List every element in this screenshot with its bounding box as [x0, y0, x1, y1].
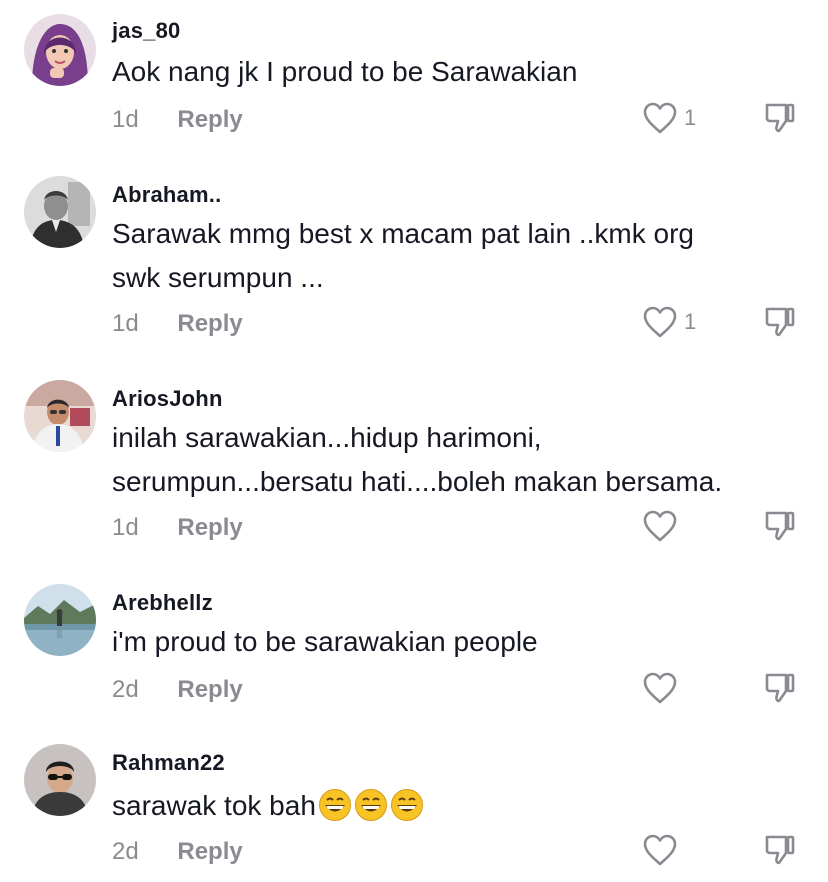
comment-text: inilah sarawakian...hidup harimoni, seru…	[112, 416, 722, 504]
avatar[interactable]	[24, 176, 96, 248]
comment-line: serumpun...bersatu hati....boleh makan b…	[112, 466, 723, 497]
reply-button[interactable]: Reply	[177, 514, 242, 542]
comment-text: sarawak tok bah	[112, 784, 424, 828]
comment-text: i'm proud to be sarawakian people	[112, 620, 538, 664]
thumbs-down-icon	[765, 835, 795, 865]
reply-button[interactable]: Reply	[177, 106, 242, 134]
comment-item: AriosJohn inilah sarawakian...hidup hari…	[0, 372, 828, 576]
comment-meta: 1d Reply	[112, 514, 243, 542]
heart-outline-icon	[643, 510, 677, 542]
avatar[interactable]	[24, 380, 96, 452]
thumbs-down-icon	[765, 673, 795, 703]
comment-meta: 1d Reply	[112, 106, 243, 134]
thumbs-down-icon	[765, 307, 795, 337]
comment-text: Aok nang jk I proud to be Sarawakian	[112, 50, 577, 94]
comment-meta: 2d Reply	[112, 676, 243, 704]
comment-time: 1d	[112, 106, 139, 133]
avatar[interactable]	[24, 584, 96, 656]
comment-item: Arebhellz i'm proud to be sarawakian peo…	[0, 576, 828, 736]
dislike-button[interactable]	[762, 304, 798, 340]
comment-item: jas_80 Aok nang jk I proud to be Sarawak…	[0, 0, 828, 168]
username[interactable]: Abraham..	[112, 182, 221, 208]
username[interactable]: Rahman22	[112, 750, 225, 776]
like-button[interactable]	[642, 508, 684, 544]
heart-outline-icon	[643, 306, 677, 338]
like-button[interactable]: 1	[642, 304, 696, 340]
dislike-button[interactable]	[762, 832, 798, 868]
comment-time: 2d	[112, 838, 139, 865]
comment-line: inilah sarawakian...hidup harimoni,	[112, 422, 542, 453]
comment-time: 1d	[112, 514, 139, 541]
like-button[interactable]	[642, 832, 684, 868]
thumbs-down-icon	[765, 103, 795, 133]
reply-button[interactable]: Reply	[177, 676, 242, 704]
comment-line: Aok nang jk I proud to be Sarawakian	[112, 56, 578, 87]
like-count: 1	[684, 309, 697, 334]
grinning-face-emoji	[354, 789, 387, 821]
comment-text: Sarawak mmg best x macam pat lain ..kmk …	[112, 212, 694, 300]
like-button[interactable]: 1	[642, 100, 696, 136]
heart-outline-icon	[643, 834, 677, 866]
comment-item: Abraham.. Sarawak mmg best x macam pat l…	[0, 168, 828, 372]
comment-line: swk serumpun ...	[112, 262, 324, 293]
username[interactable]: Arebhellz	[112, 590, 213, 616]
like-button[interactable]	[642, 670, 684, 706]
comment-time: 1d	[112, 310, 139, 337]
comment-item: Rahman22 sarawak tok bah 2d Reply	[0, 736, 828, 882]
comment-time: 2d	[112, 676, 139, 703]
comment-meta: 1d Reply	[112, 310, 243, 338]
username[interactable]: jas_80	[112, 18, 181, 44]
thumbs-down-icon	[765, 511, 795, 541]
dislike-button[interactable]	[762, 100, 798, 136]
heart-outline-icon	[643, 102, 677, 134]
dislike-button[interactable]	[762, 508, 798, 544]
reply-button[interactable]: Reply	[177, 838, 242, 866]
comment-meta: 2d Reply	[112, 838, 243, 866]
like-count: 1	[684, 105, 697, 130]
comment-line: Sarawak mmg best x macam pat lain ..kmk …	[112, 218, 694, 249]
grinning-face-emoji	[318, 789, 351, 821]
dislike-button[interactable]	[762, 670, 798, 706]
heart-outline-icon	[643, 672, 677, 704]
comment-line: sarawak tok bah	[112, 784, 424, 828]
avatar[interactable]	[24, 744, 96, 816]
comment-line: i'm proud to be sarawakian people	[112, 626, 538, 657]
avatar[interactable]	[24, 14, 96, 86]
reply-button[interactable]: Reply	[177, 310, 242, 338]
username[interactable]: AriosJohn	[112, 386, 223, 412]
grinning-face-emoji	[390, 789, 423, 821]
comment-line-text: sarawak tok bah	[112, 790, 316, 821]
